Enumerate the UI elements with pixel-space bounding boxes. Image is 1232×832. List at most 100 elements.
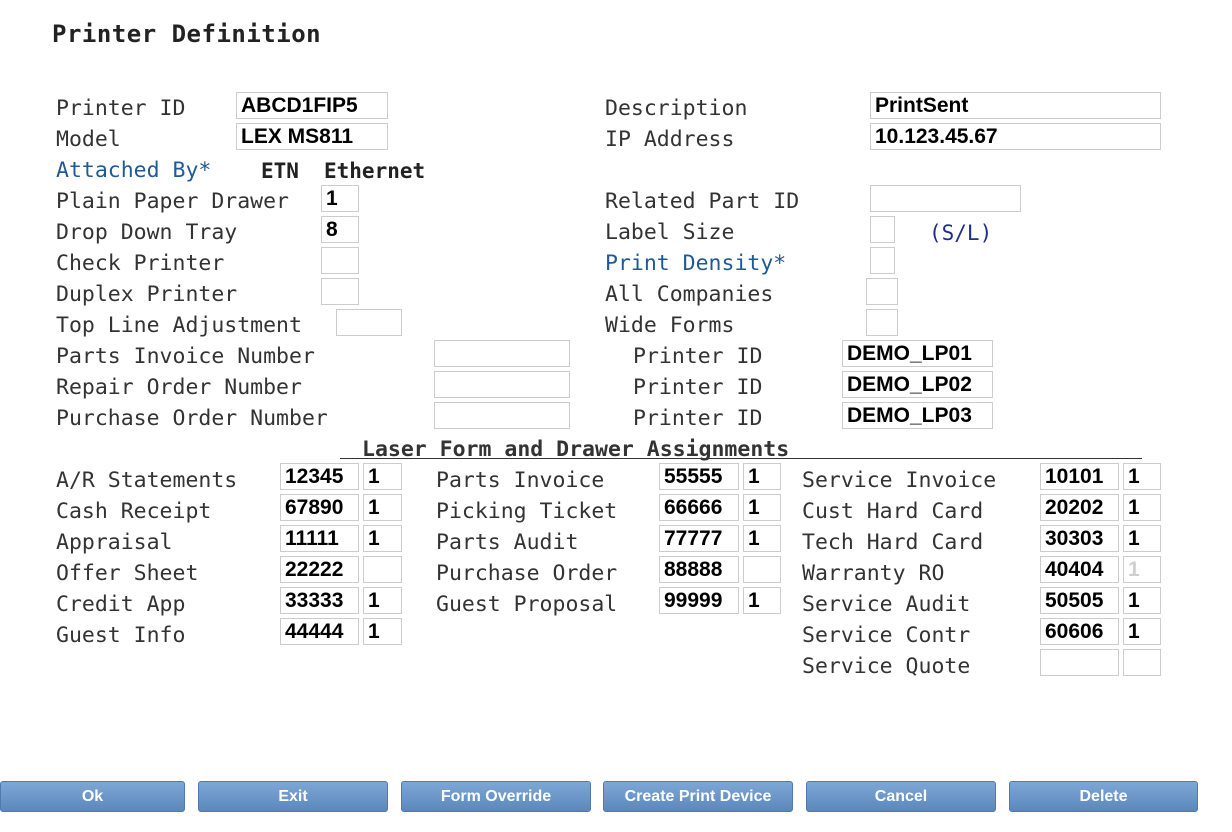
parts-invoice-number-label: Parts Invoice Number [56, 344, 315, 369]
assignment-drawer-field[interactable]: 1 [363, 618, 402, 645]
assignment-drawer-field[interactable]: 1 [1123, 556, 1161, 583]
assignment-label: Service Contr [802, 623, 971, 648]
assignment-form-field[interactable]: 66666 [659, 494, 739, 521]
printer-id-1-field[interactable]: DEMO_LP01 [842, 340, 993, 367]
assignment-form-field[interactable]: 88888 [659, 556, 739, 583]
ok-button[interactable]: Ok [0, 781, 185, 812]
parts-invoice-number-field[interactable] [434, 340, 570, 367]
create-print-device-button[interactable]: Create Print Device [603, 781, 793, 812]
assignment-drawer-field[interactable]: 1 [1123, 618, 1161, 645]
form-override-button[interactable]: Form Override [401, 781, 591, 812]
label-size-label: Label Size [605, 220, 735, 245]
plain-paper-drawer-field[interactable]: 1 [321, 185, 359, 212]
printer-id-field[interactable]: ABCD1FIP5 [236, 92, 388, 119]
top-line-adjustment-label: Top Line Adjustment [56, 313, 302, 338]
assignment-form-field[interactable]: 10101 [1040, 463, 1119, 490]
attached-by-label[interactable]: Attached By* [56, 157, 211, 185]
printer-id-3-label: Printer ID [633, 406, 763, 431]
description-label: Description [605, 96, 748, 121]
assignment-label: Parts Audit [436, 530, 579, 555]
assignment-drawer-field[interactable]: 1 [1123, 494, 1161, 521]
assignment-label: Service Audit [802, 592, 971, 617]
section-divider [340, 458, 1142, 459]
wide-forms-label: Wide Forms [605, 313, 735, 338]
assignment-form-field[interactable]: 50505 [1040, 587, 1119, 614]
assignment-form-field[interactable]: 12345 [280, 463, 359, 490]
repair-order-number-field[interactable] [434, 371, 570, 398]
cancel-button[interactable]: Cancel [806, 781, 996, 812]
duplex-printer-field[interactable] [321, 278, 359, 305]
assignment-form-field[interactable] [1040, 649, 1119, 676]
assignment-drawer-field[interactable]: 1 [1123, 463, 1161, 490]
assignment-drawer-field[interactable]: 1 [363, 494, 402, 521]
repair-order-number-label: Repair Order Number [56, 375, 302, 400]
assignment-drawer-field[interactable]: 1 [743, 494, 781, 521]
assignment-form-field[interactable]: 77777 [659, 525, 739, 552]
description-field[interactable]: PrintSent [870, 92, 1161, 119]
print-density-label[interactable]: Print Density* [605, 250, 786, 278]
printer-id-2-field[interactable]: DEMO_LP02 [842, 371, 993, 398]
assignment-form-field[interactable]: 60606 [1040, 618, 1119, 645]
assignment-label: Cash Receipt [56, 499, 212, 524]
assignment-label: Service Quote [802, 654, 971, 679]
assignment-label: Warranty RO [802, 561, 945, 586]
assignment-label: Offer Sheet [56, 561, 199, 586]
drop-down-tray-label: Drop Down Tray [56, 220, 238, 245]
printer-id-label: Printer ID [56, 96, 186, 121]
delete-button[interactable]: Delete [1009, 781, 1198, 812]
assignment-form-field[interactable]: 11111 [280, 525, 359, 552]
top-line-adjustment-field[interactable] [336, 309, 402, 336]
model-field[interactable]: LEX MS811 [236, 123, 388, 150]
assignment-drawer-field[interactable]: 1 [743, 525, 781, 552]
label-size-field[interactable] [870, 216, 895, 243]
assignment-form-field[interactable]: 99999 [659, 587, 739, 614]
related-part-id-label: Related Part ID [605, 189, 800, 214]
exit-button[interactable]: Exit [198, 781, 388, 812]
assignment-drawer-field[interactable] [1123, 649, 1161, 676]
assignment-form-field[interactable]: 40404 [1040, 556, 1119, 583]
attached-by-text: Ethernet [324, 159, 426, 183]
assignment-form-field[interactable]: 22222 [280, 556, 359, 583]
assignment-form-field[interactable]: 30303 [1040, 525, 1119, 552]
label-size-hint: (S/L) [929, 221, 993, 245]
assignment-form-field[interactable]: 55555 [659, 463, 739, 490]
duplex-printer-label: Duplex Printer [56, 282, 238, 307]
assignment-label: Tech Hard Card [802, 530, 984, 555]
print-density-field[interactable] [870, 247, 895, 274]
assignment-form-field[interactable]: 33333 [280, 587, 359, 614]
drop-down-tray-field[interactable]: 8 [321, 216, 359, 243]
printer-id-1-label: Printer ID [633, 344, 763, 369]
ip-address-label: IP Address [605, 127, 735, 152]
check-printer-label: Check Printer [56, 251, 225, 276]
assignment-label: Parts Invoice [436, 468, 605, 493]
assignment-label: Guest Info [56, 623, 186, 648]
assignment-drawer-field[interactable]: 1 [1123, 525, 1161, 552]
assignment-label: Credit App [56, 592, 186, 617]
page-title: Printer Definition [52, 20, 322, 48]
assignment-label: Cust Hard Card [802, 499, 984, 524]
assignment-drawer-field[interactable]: 1 [743, 587, 781, 614]
assignment-drawer-field[interactable]: 1 [743, 463, 781, 490]
assignment-drawer-field[interactable]: 1 [363, 463, 402, 490]
assignment-label: Service Invoice [802, 468, 997, 493]
assignment-drawer-field[interactable] [743, 556, 781, 583]
ip-address-field[interactable]: 10.123.45.67 [870, 123, 1161, 150]
attached-by-code: ETN [261, 159, 299, 183]
plain-paper-drawer-label: Plain Paper Drawer [56, 189, 289, 214]
assignment-form-field[interactable]: 44444 [280, 618, 359, 645]
assignment-drawer-field[interactable]: 1 [363, 587, 402, 614]
assignment-drawer-field[interactable] [363, 556, 402, 583]
model-label: Model [56, 127, 121, 152]
assignment-drawer-field[interactable]: 1 [1123, 587, 1161, 614]
assignment-form-field[interactable]: 67890 [280, 494, 359, 521]
wide-forms-field[interactable] [866, 309, 898, 336]
assignment-drawer-field[interactable]: 1 [363, 525, 402, 552]
assignment-form-field[interactable]: 20202 [1040, 494, 1119, 521]
purchase-order-number-field[interactable] [434, 402, 570, 429]
check-printer-field[interactable] [321, 247, 359, 274]
printer-id-3-field[interactable]: DEMO_LP03 [842, 402, 993, 429]
assignment-label: Guest Proposal [436, 592, 618, 617]
all-companies-field[interactable] [866, 278, 898, 305]
all-companies-label: All Companies [605, 282, 774, 307]
related-part-id-field[interactable] [870, 185, 1021, 212]
